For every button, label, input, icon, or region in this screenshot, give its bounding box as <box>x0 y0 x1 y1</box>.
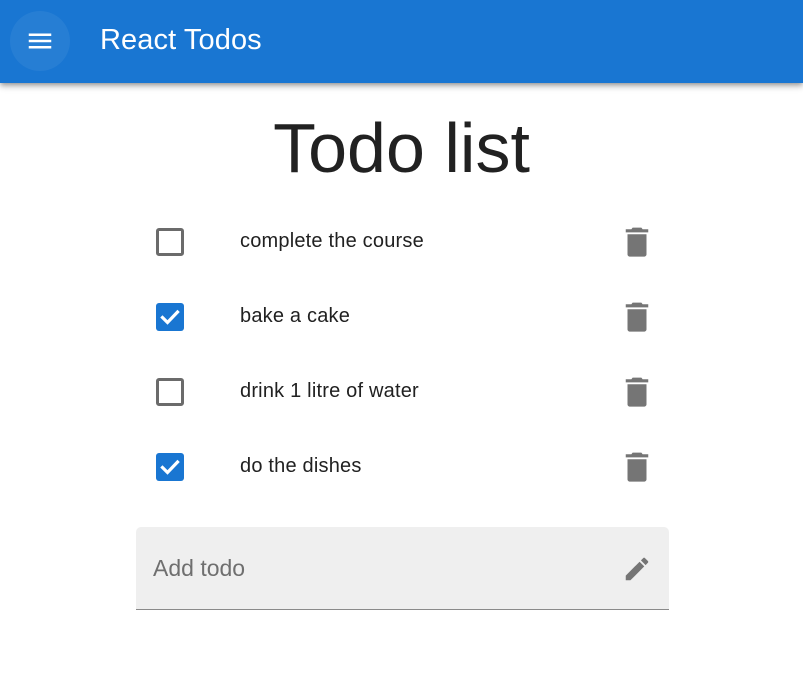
todo-checkbox[interactable] <box>156 228 184 256</box>
todo-checkbox[interactable] <box>156 453 184 481</box>
todo-checkbox[interactable] <box>156 303 184 331</box>
todo-item: drink 1 litre of water <box>136 354 669 429</box>
trash-icon <box>625 452 649 482</box>
pencil-icon <box>625 557 649 581</box>
todo-item: complete the course <box>136 204 669 279</box>
add-todo-field <box>136 527 669 610</box>
app-title: React Todos <box>100 24 262 56</box>
todo-text: complete the course <box>240 230 424 252</box>
delete-button[interactable] <box>617 224 657 260</box>
checkbox-box <box>156 228 184 256</box>
todo-text: drink 1 litre of water <box>240 380 419 402</box>
todo-item: bake a cake <box>136 279 669 354</box>
check-icon <box>160 309 180 325</box>
menu-icon <box>25 26 55 56</box>
checkbox-box <box>156 378 184 406</box>
todo-text: do the dishes <box>240 455 362 477</box>
page-title: Todo list <box>273 109 530 187</box>
trash-icon <box>625 377 649 407</box>
menu-button[interactable] <box>10 11 70 71</box>
todo-list: complete the course bake a cake drink 1 … <box>136 204 669 504</box>
trash-icon <box>625 302 649 332</box>
delete-button[interactable] <box>617 449 657 485</box>
app-bar: React Todos <box>0 0 803 83</box>
delete-button[interactable] <box>617 374 657 410</box>
check-icon <box>160 459 180 475</box>
add-todo-button[interactable] <box>620 552 654 586</box>
add-todo-input[interactable] <box>153 527 593 609</box>
trash-icon <box>625 227 649 257</box>
todo-item: do the dishes <box>136 429 669 504</box>
delete-button[interactable] <box>617 299 657 335</box>
todo-text: bake a cake <box>240 305 351 327</box>
todo-checkbox[interactable] <box>156 378 184 406</box>
